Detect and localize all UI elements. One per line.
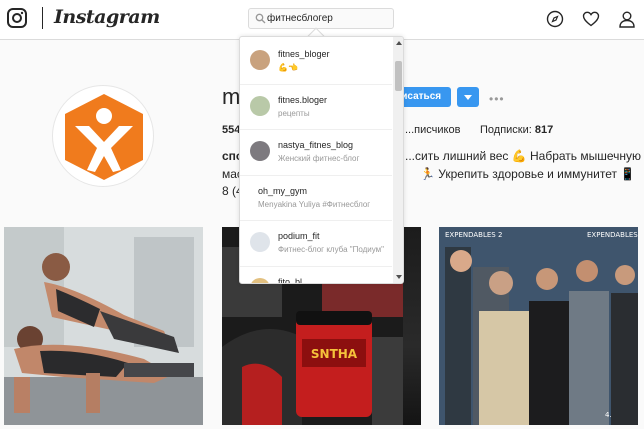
result-subtitle: Фитнес-блог клуба "Подиум" (278, 245, 384, 254)
search-result-item[interactable]: fitnes.bloger рецепты (240, 85, 392, 130)
search-result-item[interactable]: nastya_fitnes_blog Женский фитнес-блог (240, 130, 392, 176)
result-avatar (250, 277, 270, 283)
search-results-list: fitnes_bloger 💪👈 fitnes.bloger рецепты n… (240, 39, 392, 284)
search-box[interactable] (248, 8, 394, 29)
result-subtitle: Женский фитнес-блог (278, 154, 360, 163)
search-icon (255, 13, 266, 24)
search-input[interactable] (267, 10, 391, 27)
dropdown-scrollbar[interactable] (393, 37, 403, 283)
workout-couple-photo (4, 227, 203, 425)
result-avatar (250, 141, 270, 161)
result-subtitle: Menyakina Yuliya #Фитнесблог (258, 199, 371, 209)
search-result-item[interactable]: podium_fit Фитнес-блог клуба "Подиум" (240, 221, 392, 267)
instagram-logo-icon[interactable] (7, 8, 27, 28)
search-results-dropdown: fitnes_bloger 💪👈 fitnes.bloger рецепты n… (239, 36, 404, 284)
result-username: fitnes_bloger (278, 49, 330, 59)
profile-username: m (222, 84, 241, 109)
result-username: fito_bl (278, 276, 303, 284)
result-username: fitnes.bloger (278, 94, 328, 105)
bio-line-1: ...сить лишний вес 💪 Набрать мышечную (405, 149, 642, 163)
result-username: nastya_fitnes_blog (278, 140, 354, 150)
post-thumbnail-3[interactable]: EXPENDABLES 2 EXPENDABLES 2 4. (439, 227, 638, 425)
search-result-item[interactable]: fitnes_bloger 💪👈 (240, 39, 392, 85)
scroll-up-icon[interactable] (396, 41, 402, 45)
chevron-down-icon (464, 95, 472, 100)
posts-count: 554 (222, 124, 241, 136)
svg-text:SNTHA: SNTHA (311, 347, 358, 361)
person-icon[interactable] (618, 10, 636, 28)
result-username: podium_fit (278, 231, 320, 241)
logo-divider (42, 7, 43, 29)
instagram-wordmark[interactable]: Instagram (54, 6, 160, 28)
post-thumbnail-1[interactable] (4, 227, 203, 425)
followers-label[interactable]: ...писчиков (405, 124, 460, 136)
following-stat[interactable]: Подписки: 817 (480, 124, 553, 136)
banner-text-right: EXPENDABLES 2 (587, 231, 638, 239)
result-subtitle: 💪👈 (278, 63, 298, 72)
profile-avatar[interactable] (52, 85, 154, 187)
result-subtitle: рецепты (278, 108, 310, 118)
search-result-item[interactable]: fito_bl (240, 267, 392, 284)
result-avatar (250, 50, 270, 70)
compass-icon[interactable] (546, 10, 564, 28)
banner-text-left: EXPENDABLES 2 (445, 231, 502, 239)
brand-logo-icon (65, 94, 143, 180)
scrollbar-thumb[interactable] (395, 61, 402, 91)
bio-line-2: 🏃 Укрепить здоровье и иммунитет 📱 (420, 167, 636, 181)
heart-icon[interactable] (582, 10, 600, 28)
suggestions-dropdown-button[interactable] (457, 87, 479, 107)
result-username: oh_my_gym (258, 185, 308, 196)
scroll-down-icon[interactable] (396, 275, 402, 279)
photo-caption: 4. (605, 411, 612, 419)
expendables-premiere-photo: EXPENDABLES 2 EXPENDABLES 2 4. (439, 227, 638, 425)
search-result-item[interactable]: oh_my_gym Menyakina Yuliya #Фитнесблог (240, 176, 392, 221)
more-options-icon[interactable]: ••• (489, 92, 505, 106)
result-avatar (250, 95, 270, 116)
result-avatar (250, 232, 270, 252)
